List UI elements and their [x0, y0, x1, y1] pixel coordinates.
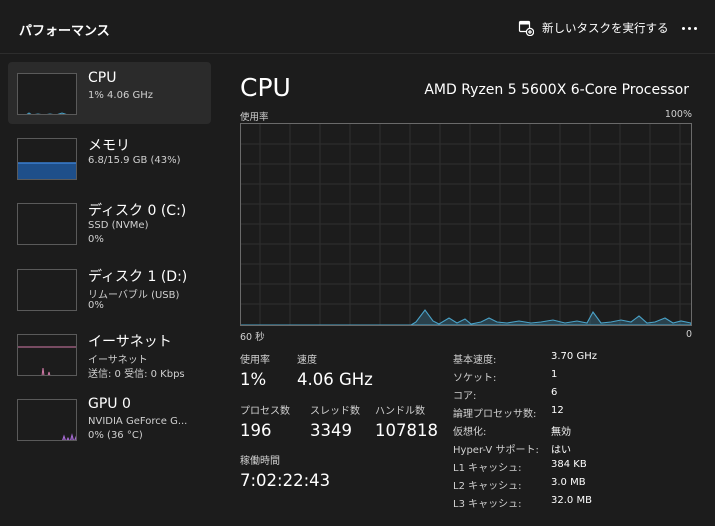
sidebar-item-usage: 0%	[88, 234, 104, 245]
memory-thumbnail-graph	[17, 138, 77, 180]
process-count-label: プロセス数	[240, 406, 290, 417]
spec-value: 384 KB	[551, 459, 587, 470]
spec-value: 3.0 MB	[551, 477, 586, 488]
usage-label: 使用率	[240, 355, 270, 366]
cpu-usage-line	[241, 309, 692, 326]
spec-key: L3 キャッシュ:	[453, 499, 522, 510]
spec-key: ソケット:	[453, 373, 497, 384]
thread-count-value: 3349	[310, 421, 352, 440]
spec-value: 12	[551, 405, 564, 416]
sidebar-item-ethernet[interactable]: イーサネット イーサネット 送信: 0 受信: 0 Kbps	[8, 323, 211, 385]
speed-value: 4.06 GHz	[297, 370, 373, 389]
run-new-task-button[interactable]: 新しいタスクを実行する	[512, 16, 675, 40]
sidebar-item-detail: 1% 4.06 GHz	[88, 90, 154, 101]
page-title: パフォーマンス	[19, 24, 110, 39]
sidebar-item-detail: SSD (NVMe)	[88, 220, 149, 231]
handle-count-label: ハンドル数	[375, 406, 425, 417]
sidebar-item-name: ディスク 0 (C:)	[88, 203, 187, 219]
graph-label-time: 60 秒	[240, 332, 265, 343]
sidebar-item-name: イーサネット	[88, 334, 172, 350]
handle-count-value: 107818	[375, 421, 438, 440]
spec-value: 無効	[551, 427, 571, 438]
speed-label: 速度	[297, 355, 317, 366]
process-count-value: 196	[240, 421, 272, 440]
cpu-thumbnail-graph	[17, 73, 77, 115]
sidebar-item-disk-1[interactable]: ディスク 1 (D:) リムーバブル (USB) 0%	[8, 258, 211, 320]
cpu-detail-panel: CPU AMD Ryzen 5 5600X 6-Core Processor 使…	[220, 55, 715, 526]
processor-model: AMD Ryzen 5 5600X 6-Core Processor	[424, 82, 689, 98]
spec-value: 3.70 GHz	[551, 351, 597, 362]
sidebar-item-usage: 0% (36 °C)	[88, 430, 143, 441]
sidebar-item-memory[interactable]: メモリ 6.8/15.9 GB (43%)	[8, 127, 211, 189]
gpu-thumbnail-graph	[17, 399, 77, 441]
spec-key: 仮想化:	[453, 427, 487, 438]
more-icon	[681, 26, 685, 30]
ethernet-thumbnail-graph	[17, 334, 77, 376]
graph-label-usage: 使用率	[240, 112, 269, 123]
title-bar: パフォーマンス 新しいタスクを実行する	[0, 0, 715, 54]
sidebar-item-disk-0[interactable]: ディスク 0 (C:) SSD (NVMe) 0%	[8, 192, 211, 254]
spec-key: L1 キャッシュ:	[453, 463, 522, 474]
spec-key: L2 キャッシュ:	[453, 481, 522, 492]
spec-value: はい	[551, 445, 571, 456]
sidebar-item-detail: NVIDIA GeForce G...	[88, 416, 188, 427]
run-task-label: 新しいタスクを実行する	[542, 21, 669, 35]
usage-value: 1%	[240, 370, 267, 389]
sidebar-item-name: CPU	[88, 70, 117, 86]
sidebar: CPU 1% 4.06 GHz メモリ 6.8/15.9 GB (43%) ディ…	[0, 55, 220, 526]
sidebar-item-detail: リムーバブル (USB)	[88, 290, 180, 301]
spec-value: 1	[551, 369, 558, 380]
graph-label-min: 0	[685, 329, 692, 340]
sidebar-item-detail: 6.8/15.9 GB (43%)	[88, 155, 181, 166]
thread-count-label: スレッド数	[310, 406, 360, 417]
disk-0-thumbnail-graph	[17, 203, 77, 245]
more-options-button[interactable]	[672, 14, 706, 42]
uptime-label: 稼働時間	[240, 456, 280, 467]
panel-title: CPU	[240, 73, 291, 102]
run-task-icon	[518, 20, 534, 36]
spec-key: 論理プロセッサ数:	[453, 409, 537, 420]
sidebar-item-gpu-0[interactable]: GPU 0 NVIDIA GeForce G... 0% (36 °C)	[8, 388, 211, 450]
sidebar-item-usage: 0%	[88, 300, 104, 311]
sidebar-item-name: ディスク 1 (D:)	[88, 269, 188, 285]
spec-value: 6	[551, 387, 558, 398]
cpu-usage-graph	[240, 123, 692, 326]
sidebar-item-name: メモリ	[88, 138, 130, 154]
sidebar-item-throughput: 送信: 0 受信: 0 Kbps	[88, 369, 185, 380]
sidebar-item-cpu[interactable]: CPU 1% 4.06 GHz	[8, 62, 211, 124]
sidebar-item-name: GPU 0	[88, 396, 131, 412]
spec-key: コア:	[453, 391, 477, 402]
uptime-value: 7:02:22:43	[240, 471, 331, 490]
disk-1-thumbnail-graph	[17, 269, 77, 311]
spec-value: 32.0 MB	[551, 495, 592, 506]
graph-label-max: 100%	[664, 109, 692, 120]
spec-key: Hyper-V サポート:	[453, 445, 539, 456]
sidebar-item-detail: イーサネット	[88, 355, 148, 366]
spec-key: 基本速度:	[453, 355, 497, 366]
